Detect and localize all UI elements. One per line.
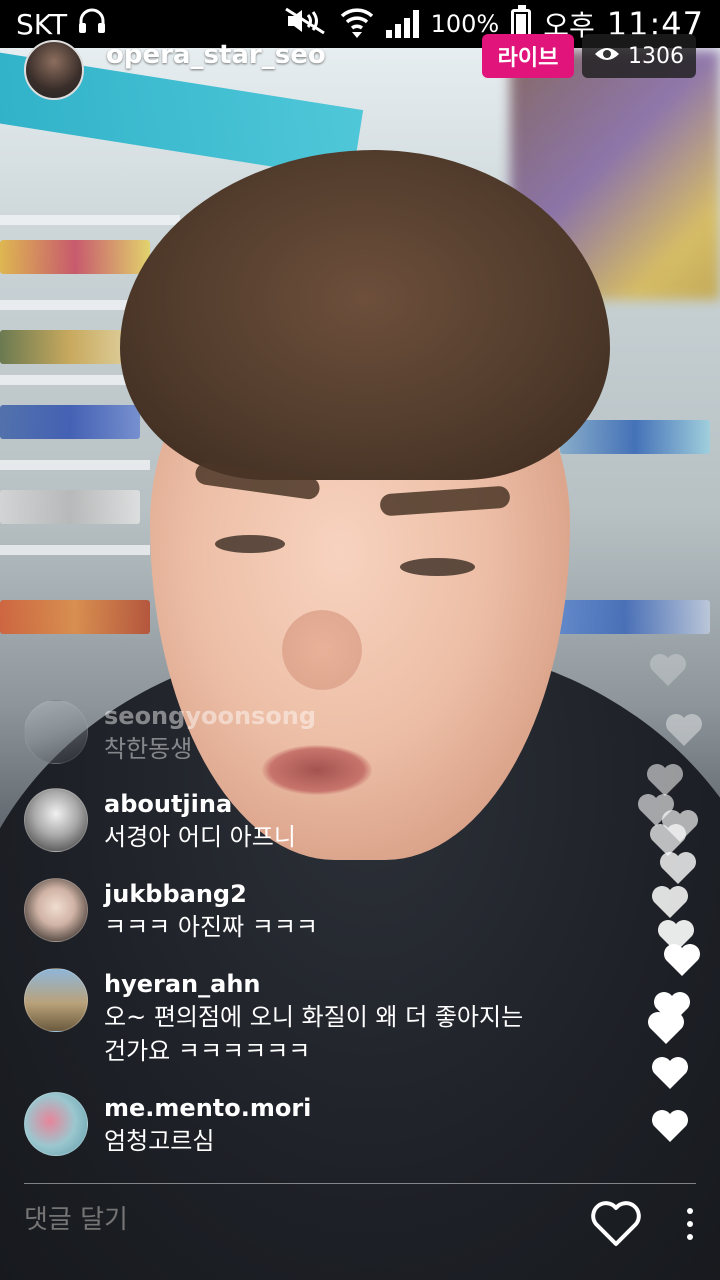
floating-heart-icon <box>652 1057 688 1089</box>
floating-heart-icon <box>650 654 686 686</box>
heart-icon <box>591 1201 641 1246</box>
floating-heart-icon <box>666 714 702 746</box>
wifi-icon <box>340 4 374 45</box>
live-label: 라이브 <box>497 46 559 71</box>
more-vertical-icon[interactable] <box>682 1208 698 1248</box>
comment-text: 오~ 편의점에 오니 화질이 왜 더 좋아지는 건가요 ㅋㅋㅋㅋㅋㅋ <box>104 1003 524 1065</box>
eye-icon <box>594 44 620 69</box>
store-products <box>0 405 140 439</box>
store-shelf <box>0 215 180 225</box>
live-video[interactable] <box>0 0 720 1280</box>
commenter-avatar[interactable] <box>24 878 88 942</box>
headphones-icon <box>77 7 107 42</box>
mute-icon <box>282 6 328 43</box>
floating-heart-icon <box>648 1012 684 1044</box>
commenter-username[interactable]: me.mento.mori <box>104 1092 311 1124</box>
store-products <box>0 600 150 634</box>
floating-heart-icon <box>652 1110 688 1142</box>
signal-icon <box>385 10 419 38</box>
person-eye <box>215 535 285 553</box>
store-shelf <box>0 460 150 470</box>
comment-input[interactable] <box>24 1205 348 1235</box>
store-products <box>560 420 710 454</box>
commenter-username[interactable]: hyeran_ahn <box>104 968 523 1000</box>
live-header: opera_star_seo 라이브 1306 <box>0 34 720 100</box>
host-username[interactable]: opera_star_seo <box>106 40 326 70</box>
comment-item: aboutjina 서경아 어디 아프니 <box>24 788 296 854</box>
floating-heart-icon <box>652 886 688 918</box>
commenter-avatar[interactable] <box>24 788 88 852</box>
bottom-divider <box>24 1183 696 1184</box>
live-badge: 라이브 <box>482 34 574 78</box>
viewer-count: 1306 <box>628 43 684 69</box>
comment-item: me.mento.mori 엄청고르심 <box>24 1092 311 1158</box>
commenter-avatar[interactable] <box>24 1092 88 1156</box>
floating-heart-icon <box>660 852 696 884</box>
comment-text: ㅋㅋㅋ 아진짜 ㅋㅋㅋ <box>104 913 318 941</box>
comment-text: 서경아 어디 아프니 <box>104 823 296 851</box>
store-shelf <box>0 545 150 555</box>
floating-heart-icon <box>664 944 700 976</box>
commenter-avatar[interactable] <box>24 968 88 1032</box>
viewer-count-badge[interactable]: 1306 <box>582 34 696 78</box>
person-nose <box>282 610 362 690</box>
commenter-username[interactable]: aboutjina <box>104 788 296 820</box>
comment-text: 착한동생 <box>104 735 193 763</box>
store-products <box>0 490 140 524</box>
commenter-username[interactable]: seongyoonsong <box>104 700 316 732</box>
comment-text: 엄청고르심 <box>104 1127 215 1155</box>
carrier-label: SKT <box>16 7 68 41</box>
store-products <box>0 330 140 364</box>
person-eye <box>400 558 475 576</box>
host-avatar[interactable] <box>24 40 84 100</box>
comment-item: jukbbang2 ㅋㅋㅋ 아진짜 ㅋㅋㅋ <box>24 878 318 944</box>
commenter-username[interactable]: jukbbang2 <box>104 878 318 910</box>
comment-item: hyeran_ahn 오~ 편의점에 오니 화질이 왜 더 좋아지는 건가요 ㅋ… <box>24 968 523 1068</box>
store-products <box>540 600 710 634</box>
like-button[interactable] <box>590 1200 642 1248</box>
comment-item: seongyoonsong 착한동생 <box>24 700 316 766</box>
store-products <box>0 240 150 274</box>
commenter-avatar[interactable] <box>24 700 88 764</box>
